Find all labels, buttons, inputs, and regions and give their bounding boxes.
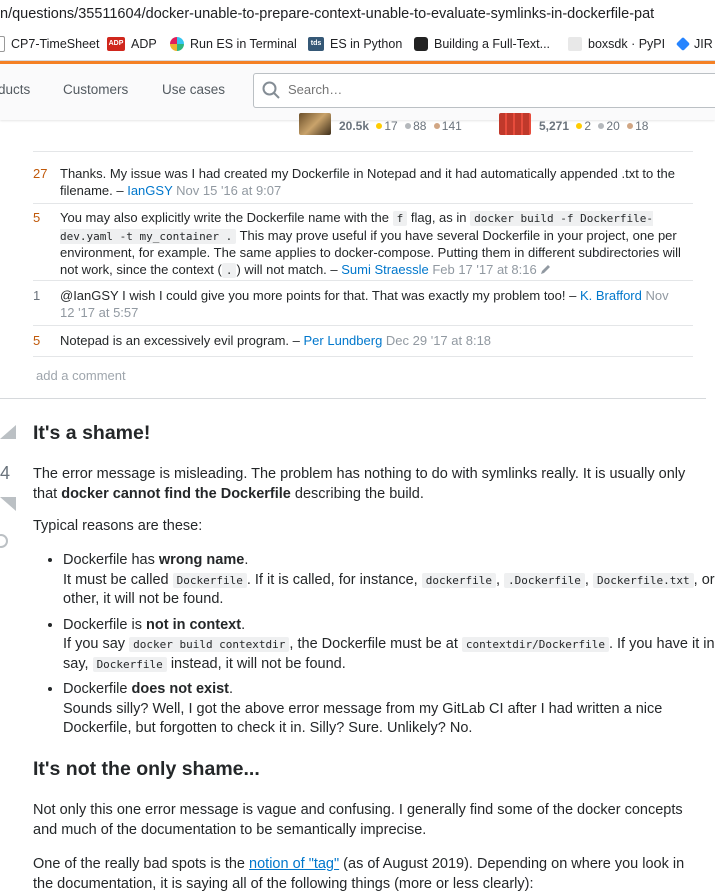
answer-separator — [0, 398, 706, 399]
user-reputation: 20.5k 17 88 141 — [339, 119, 462, 133]
avatar[interactable] — [499, 113, 531, 135]
comment-date[interactable]: Nov 15 '16 at 9:07 — [176, 183, 281, 198]
medium-icon — [414, 37, 428, 51]
user-reputation: 5,271 2 20 18 — [539, 119, 649, 133]
divider — [33, 325, 693, 326]
url-text: n/questions/35511604/docker-unable-to-pr… — [0, 6, 655, 22]
search-input[interactable] — [286, 81, 690, 98]
divider — [33, 280, 693, 281]
answer-paragraph: Not only this one error message is vague… — [33, 802, 683, 838]
bookmark-boxsdk[interactable]: boxsdk · PyPI — [568, 28, 665, 60]
bookmark-building[interactable]: Building a Full-Text... — [414, 28, 550, 60]
tag-notion-link[interactable]: notion of "tag" — [249, 856, 339, 872]
site-topbar: ducts Customers Use cases — [0, 61, 715, 120]
answer-paragraph: The error message is misleading. The pro… — [33, 466, 686, 502]
document-icon — [0, 36, 5, 52]
tds-icon: tds — [308, 37, 324, 51]
upvote-arrow-icon[interactable] — [0, 425, 16, 439]
answer-paragraph: Typical reasons are these: — [33, 518, 203, 534]
list-item: Dockerfile does not exist. Sounds silly?… — [63, 680, 715, 739]
divider — [33, 203, 693, 204]
comment-date[interactable]: Feb 17 '17 at 8:16 — [432, 262, 536, 277]
bookmark-run-es[interactable]: Run ES in Terminal — [170, 28, 297, 60]
bookmark-es-python[interactable]: tds ES in Python — [308, 28, 402, 60]
divider — [33, 356, 693, 357]
comment-score: 27 — [33, 166, 48, 181]
bookmark-cp7[interactable]: CP7-TimeSheet — [0, 28, 99, 60]
bookmark-jira[interactable]: JIR — [675, 28, 713, 60]
comment-user-link[interactable]: IanGSY — [127, 183, 172, 198]
nav-use-cases[interactable]: Use cases — [162, 82, 225, 97]
comment-user-link[interactable]: Sumi Straessle — [341, 262, 428, 277]
slack-icon — [170, 37, 184, 51]
comment-user-link[interactable]: Per Lundberg — [304, 333, 383, 348]
comment-score: 1 — [33, 288, 41, 303]
comment-score: 5 — [33, 333, 41, 348]
divider — [33, 151, 693, 152]
answer-heading: It's a shame! — [33, 422, 151, 444]
add-comment-link[interactable]: add a comment — [36, 368, 126, 383]
search-icon — [262, 81, 280, 99]
pencil-icon — [541, 264, 551, 274]
history-icon[interactable] — [0, 534, 8, 548]
comment-score: 5 — [33, 210, 41, 225]
address-bar[interactable]: n/questions/35511604/docker-unable-to-pr… — [0, 0, 715, 28]
answer-paragraph: One of the really bad spots is the notio… — [33, 856, 685, 892]
jira-icon — [675, 36, 691, 52]
bookmark-adp[interactable]: ADP ADP — [107, 28, 157, 60]
list-item: Dockerfile is not in context. If you say… — [63, 616, 715, 675]
vote-count: 4 — [0, 463, 11, 483]
list-item: Dockerfile has wrong name. It must be ca… — [63, 551, 715, 610]
answer-heading: It's not the only shame... — [33, 758, 260, 780]
search-box[interactable] — [253, 73, 715, 108]
nav-products[interactable]: ducts — [0, 82, 30, 97]
adp-icon: ADP — [107, 37, 125, 51]
comment-date[interactable]: Dec 29 '17 at 8:18 — [386, 333, 491, 348]
bookmarks-bar: CP7-TimeSheet ADP ADP Run ES in Terminal… — [0, 28, 715, 61]
nav-customers[interactable]: Customers — [63, 82, 128, 97]
comment-user-link[interactable]: K. Brafford — [580, 288, 642, 303]
reasons-list: Dockerfile has wrong name. It must be ca… — [33, 551, 715, 745]
avatar[interactable] — [299, 113, 331, 135]
downvote-arrow-icon[interactable] — [0, 497, 16, 511]
package-icon — [568, 37, 582, 51]
